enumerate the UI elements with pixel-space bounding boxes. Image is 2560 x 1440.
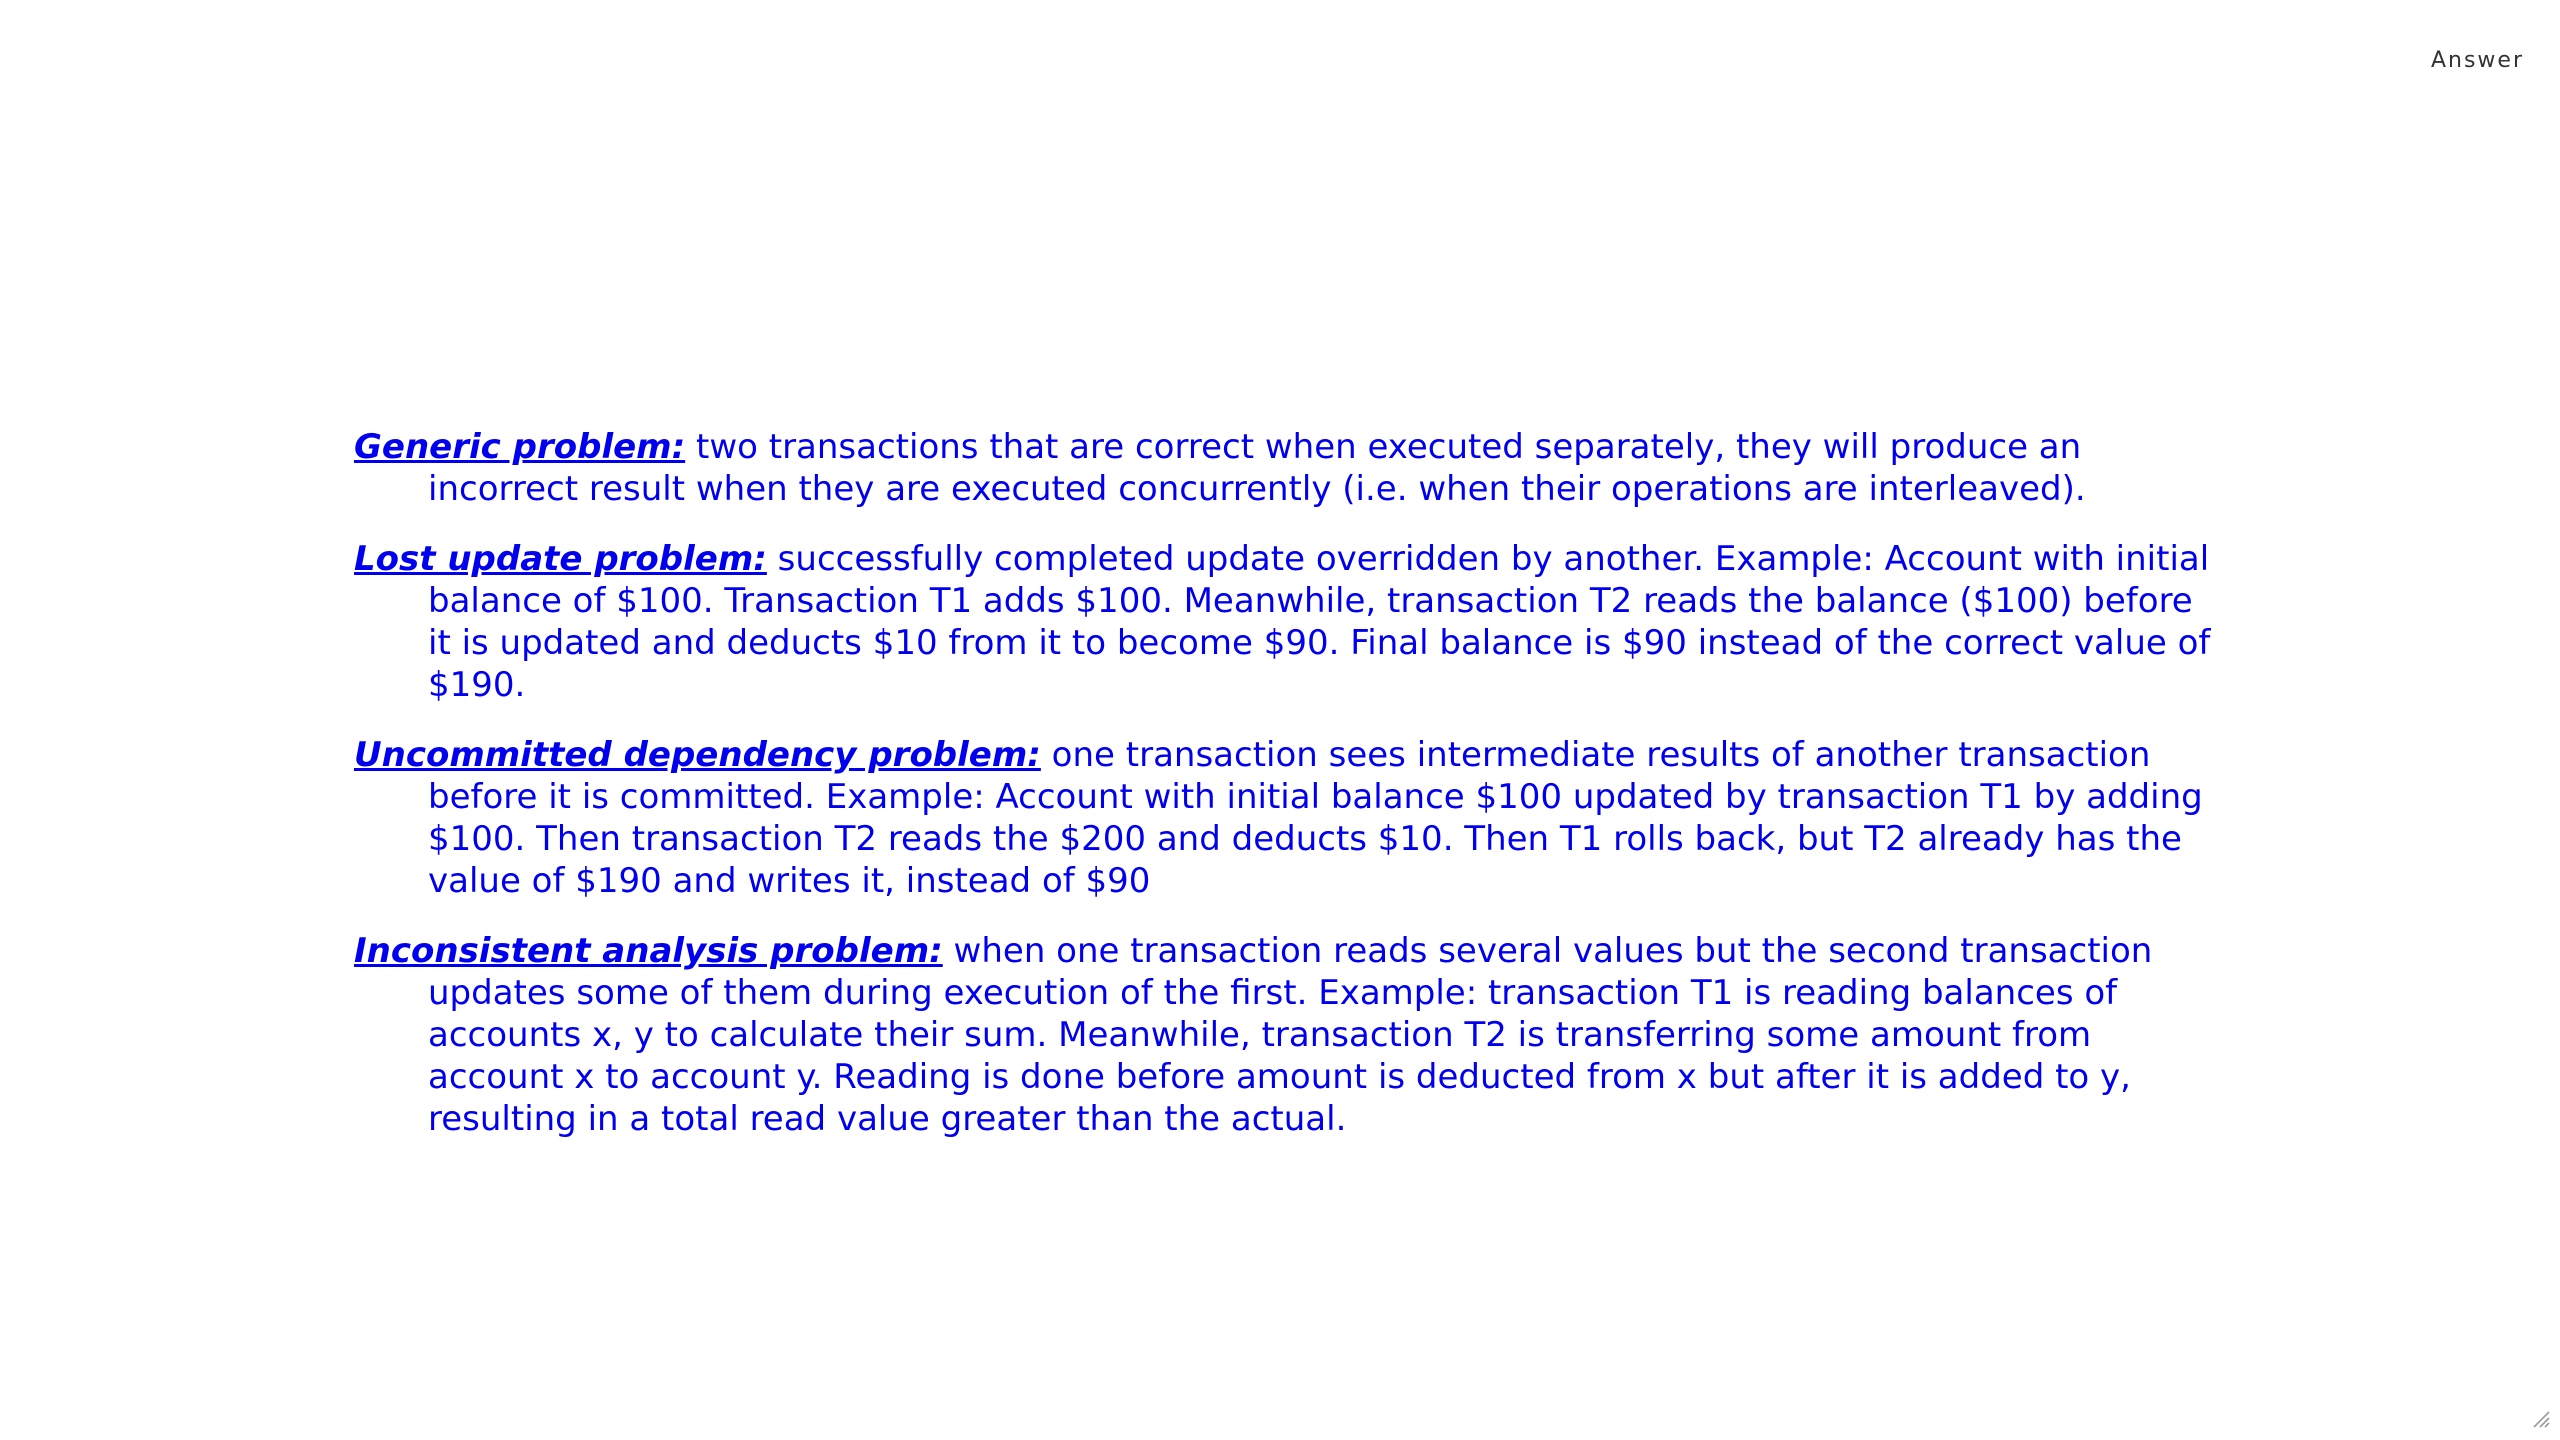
answer-content: Generic problem: two transactions that a… [354, 426, 2214, 1168]
problem-uncommitted-dependency: Uncommitted dependency problem: one tran… [354, 734, 2214, 902]
problem-inconsistent-analysis: Inconsistent analysis problem: when one … [354, 930, 2214, 1140]
answer-label: Answer [2430, 48, 2524, 73]
resize-grip-icon[interactable] [2530, 1408, 2550, 1428]
problem-term-lost-update[interactable]: Lost update problem: [354, 539, 767, 579]
problem-lost-update: Lost update problem: successfully comple… [354, 538, 2214, 706]
problem-term-generic[interactable]: Generic problem: [354, 427, 685, 467]
problem-term-inconsistent-analysis[interactable]: Inconsistent analysis problem: [354, 931, 943, 971]
problem-term-uncommitted-dependency[interactable]: Uncommitted dependency problem: [354, 735, 1041, 775]
problem-generic: Generic problem: two transactions that a… [354, 426, 2214, 510]
